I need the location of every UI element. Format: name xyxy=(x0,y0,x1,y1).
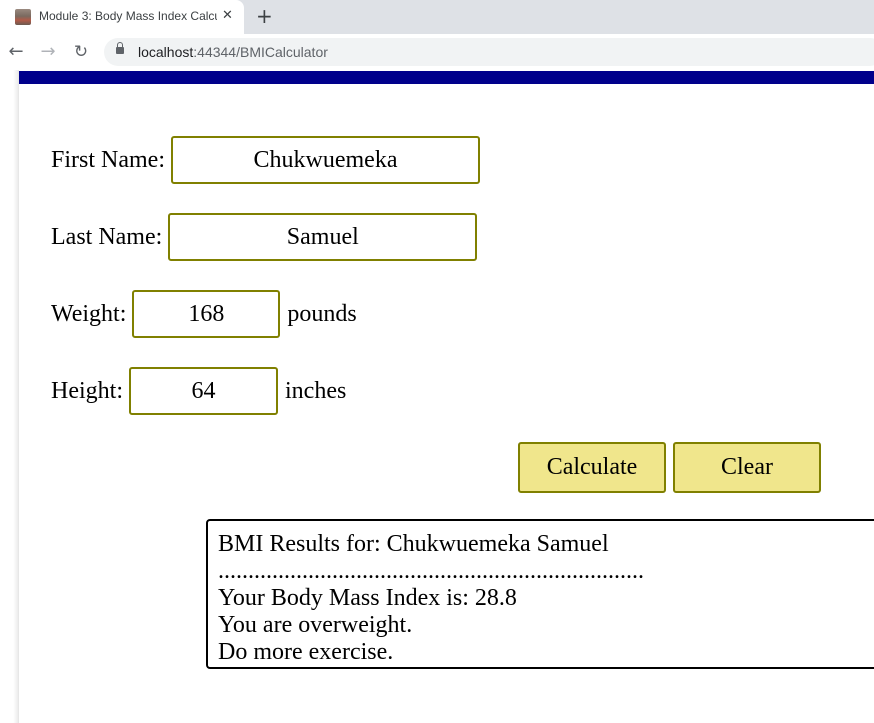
last-name-row: Last Name: xyxy=(51,211,478,263)
tab-title: Module 3: Body Mass Index Calculator xyxy=(39,9,217,23)
page-left-gutter xyxy=(0,70,19,723)
height-label: Height: xyxy=(51,377,123,404)
bmi-advice-line: Do more exercise. xyxy=(218,639,394,665)
bmi-results-panel: BMI Results for: Chukwuemeka Samuel ....… xyxy=(206,519,874,669)
height-unit: inches xyxy=(285,377,347,404)
new-tab-icon[interactable]: + xyxy=(256,5,273,27)
lock-icon xyxy=(116,42,124,54)
weight-input[interactable] xyxy=(132,290,281,338)
height-row: Height: inches xyxy=(51,365,346,417)
header-bar xyxy=(19,71,874,84)
tab-strip: Module 3: Body Mass Index Calculator ✕ + xyxy=(0,0,874,34)
first-name-row: First Name: xyxy=(51,134,480,186)
url-path: :44344/BMICalculator xyxy=(193,44,328,60)
height-input[interactable] xyxy=(129,367,278,415)
weight-unit: pounds xyxy=(287,300,357,327)
forward-arrow-icon[interactable]: → xyxy=(38,42,58,62)
url-host: localhost xyxy=(138,44,194,60)
weight-row: Weight: pounds xyxy=(51,288,357,340)
results-separator: ........................................… xyxy=(218,558,644,584)
last-name-label: Last Name: xyxy=(51,223,163,250)
bmi-status-line: You are overweight. xyxy=(218,612,413,638)
browser-tab[interactable]: Module 3: Body Mass Index Calculator ✕ xyxy=(0,0,244,34)
address-bar[interactable]: localhost:44344/BMICalculator xyxy=(104,38,874,66)
favicon-icon xyxy=(15,9,31,25)
browser-toolbar: ← → ↻ localhost:44344/BMICalculator xyxy=(0,34,874,70)
bmi-value-line: Your Body Mass Index is: 28.8 xyxy=(218,585,517,611)
url-text[interactable]: localhost:44344/BMICalculator xyxy=(138,44,328,60)
close-tab-icon[interactable]: ✕ xyxy=(222,8,233,24)
back-arrow-icon[interactable]: ← xyxy=(6,42,26,62)
reload-icon[interactable]: ↻ xyxy=(71,42,91,62)
weight-label: Weight: xyxy=(51,300,127,327)
bmi-calculator-page: First Name: Last Name: Weight: pounds He… xyxy=(19,70,874,723)
first-name-label: First Name: xyxy=(51,146,165,173)
clear-button[interactable]: Clear xyxy=(673,442,821,493)
first-name-input[interactable] xyxy=(171,136,480,184)
last-name-input[interactable] xyxy=(168,213,478,261)
results-heading: BMI Results for: Chukwuemeka Samuel xyxy=(218,531,609,557)
calculate-button[interactable]: Calculate xyxy=(518,442,666,493)
